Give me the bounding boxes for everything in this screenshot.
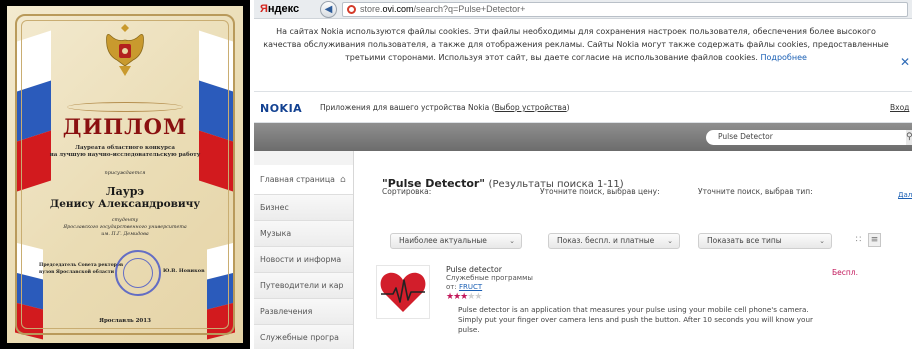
chevron-down-icon: ⌄ <box>819 237 825 245</box>
url-prefix: store. <box>360 4 383 14</box>
sidebar-item-home[interactable]: Главная страница ⌂ <box>254 165 353 195</box>
site-favicon-icon <box>347 5 356 14</box>
sort-dropdown-value: Наиболее актуальные <box>399 236 487 245</box>
search-band: Pulse Detector ⚲ <box>254 123 912 151</box>
official-stamp-icon <box>115 250 161 296</box>
yandex-logo-rest: ндекс <box>267 3 300 15</box>
sidebar-item-label: Новости и информа <box>260 255 342 264</box>
device-apps-text: Приложения для вашего устройства Nokia (… <box>320 103 570 112</box>
url-domain: ovi.com <box>382 4 414 14</box>
search-input-value: Pulse Detector <box>718 132 773 141</box>
app-publisher: от: FRUCT <box>446 283 482 291</box>
sidebar-item-news[interactable]: Новости и информа <box>254 247 353 273</box>
type-filter-label: Уточните поиск, выбрав тип: <box>698 187 813 196</box>
arrow-left-icon: ◀ <box>324 4 333 15</box>
login-link[interactable]: Вход <box>890 103 909 112</box>
signatory-name: Ю.В. Новиков <box>163 268 205 274</box>
yandex-logo-letter: Я <box>260 3 268 15</box>
type-filter-value: Показать все типы <box>707 236 782 245</box>
signatory-line: вузов Ярославской области <box>39 270 115 275</box>
diploma-line: на лучшую научно-исследовательскую работ… <box>49 152 201 158</box>
sort-label: Сортировка: <box>382 187 432 196</box>
publisher-label: от: <box>446 283 457 291</box>
title-ornament <box>67 102 183 112</box>
diploma-title: ДИПЛОМ <box>62 114 188 139</box>
sidebar-item-label: Бизнес <box>260 203 289 212</box>
star-empty-icon: ★ <box>474 292 482 302</box>
sidebar-item-guides[interactable]: Путеводители и кар <box>254 273 353 299</box>
diploma-line: Ярославского государственного университе… <box>63 225 187 230</box>
sidebar-item-entertainment[interactable]: Развлечения <box>254 299 353 325</box>
sidebar-item-label: Музыка <box>260 229 292 238</box>
sidebar-item-label: Путеводители и кар <box>260 281 344 290</box>
sidebar-item-label: Служебные програ <box>260 333 339 342</box>
diploma-recipient-name: Денису Александровичу <box>49 198 201 210</box>
app-description: Pulse detector is an application that me… <box>458 305 813 334</box>
cookie-more-link[interactable]: Подробнее <box>761 53 807 62</box>
sidebar-item-label: Развлечения <box>260 307 313 316</box>
category-sidebar: Главная страница ⌂ Бизнес Музыка Новости … <box>254 151 354 349</box>
search-results: "Pulse Detector" (Результаты поиска 1-11… <box>362 151 912 349</box>
publisher-link[interactable]: FRUCT <box>459 283 482 291</box>
grid-view-icon[interactable]: ∷ <box>852 233 865 247</box>
cookie-notice-text: На сайтах Nokia используются файлы cooki… <box>260 25 892 64</box>
diploma-line: им. П.Г. Демидова <box>101 232 149 237</box>
home-icon: ⌂ <box>340 175 346 185</box>
nokia-header: NOKIA Приложения для вашего устройства N… <box>254 91 912 123</box>
app-price-badge: Беспл. <box>832 268 858 277</box>
signatory-line: Председатель Совета ректоров <box>39 263 124 268</box>
app-icon[interactable] <box>376 265 430 319</box>
diploma-place-year: Ярославль 2013 <box>99 318 151 324</box>
diploma-line: присуждается <box>104 170 146 176</box>
back-button[interactable]: ◀ <box>320 1 337 18</box>
price-filter-dropdown[interactable]: Показ. беспл. и платные ⌄ <box>548 233 680 249</box>
chevron-down-icon: ⌄ <box>667 237 673 245</box>
type-filter-dropdown[interactable]: Показать все типы ⌄ <box>698 233 832 249</box>
heart-pulse-icon <box>380 272 426 312</box>
coat-of-arms-icon <box>106 24 144 76</box>
close-icon[interactable]: ✕ <box>900 55 910 69</box>
sidebar-item-utilities[interactable]: Служебные програ <box>254 325 353 349</box>
app-name[interactable]: Pulse detector <box>446 265 502 274</box>
apps-label: Приложения для вашего устройства Nokia <box>320 103 490 112</box>
rating-stars: ★★★★★ <box>446 292 482 302</box>
diploma-signatory: Председатель Совета ректоров вузов Яросл… <box>39 262 123 276</box>
sidebar-item-music[interactable]: Музыка <box>254 221 353 247</box>
nokia-logo[interactable]: NOKIA <box>260 102 302 115</box>
url-field[interactable]: store.ovi.com/search?q=Pulse+Detector+ <box>342 2 908 17</box>
chevron-down-icon: ⌄ <box>509 237 515 245</box>
diploma-paper: ДИПЛОМ Лауреата областного конкурса на л… <box>7 6 243 343</box>
app-category: Служебные программы <box>446 274 533 282</box>
list-view-icon[interactable]: ≡ <box>868 233 881 247</box>
sidebar-item-business[interactable]: Бизнес <box>254 195 353 221</box>
address-bar: Яндекс ◀ store.ovi.com/search?q=Pulse+De… <box>254 0 912 19</box>
search-icon[interactable]: ⚲ <box>906 130 912 145</box>
sidebar-item-label: Главная страница <box>260 175 335 184</box>
search-input[interactable]: Pulse Detector <box>706 130 906 145</box>
sort-dropdown[interactable]: Наиболее актуальные ⌄ <box>390 233 522 249</box>
cookie-notice: На сайтах Nokia используются файлы cooki… <box>254 19 912 91</box>
yandex-logo[interactable]: Яндекс <box>260 3 299 15</box>
diploma-line: студенту <box>111 218 139 223</box>
select-device-link[interactable]: Выбор устройства <box>495 103 567 112</box>
diploma-line: Лауреата областного конкурса <box>75 145 175 151</box>
more-link[interactable]: Дал <box>898 191 912 199</box>
diploma-surname: Лаурэ <box>105 185 145 198</box>
diploma-photo: ДИПЛОМ Лауреата областного конкурса на л… <box>0 0 250 349</box>
screenshot-root: ДИПЛОМ Лауреата областного конкурса на л… <box>0 0 912 349</box>
browser-window: Яндекс ◀ store.ovi.com/search?q=Pulse+De… <box>254 0 912 349</box>
price-filter-value: Показ. беспл. и платные <box>557 236 655 245</box>
url-path: /search?q=Pulse+Detector+ <box>413 4 526 14</box>
price-filter-label: Уточните поиск, выбрав цену: <box>540 187 660 196</box>
url-text: store.ovi.com/search?q=Pulse+Detector+ <box>360 4 525 14</box>
